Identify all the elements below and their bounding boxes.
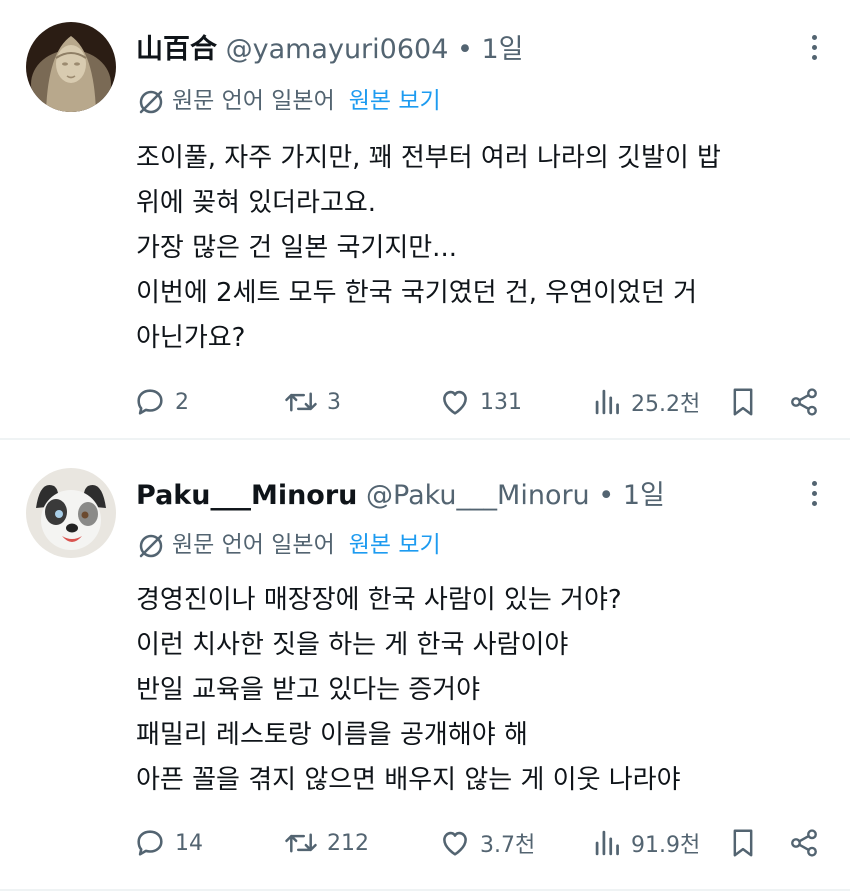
tweet-text-line: 반일 교육을 받고 있다는 증거야 [136,675,481,705]
tweet-text: 조이풀, 자주 가지만, 꽤 전부터 여러 나라의 깃발이 밥 위에 꽂혀 있더… [136,136,820,361]
tweet-text-line: 조이풀, 자주 가지만, 꽤 전부터 여러 나라의 깃발이 밥 [136,143,721,173]
separator-dot: • [598,480,615,511]
heart-icon [443,390,467,415]
views-button[interactable]: 91.9천 [593,821,700,865]
tweet-header: Paku___Minoru @Paku___Minoru • 1일 [136,478,790,514]
like-button[interactable]: 131 [438,380,522,424]
reply-icon [137,830,163,856]
views-icon [595,389,619,415]
separator-dot: • [456,34,473,65]
retweet-icon [285,392,317,412]
retweet-count: 3 [327,389,341,415]
user-handle[interactable]: @Paku___Minoru [366,480,590,511]
tweet-text-line: 경영진이나 매장장에 한국 사람이 있는 거야? [136,585,622,615]
like-count: 3.7천 [480,833,536,858]
tweet-2[interactable]: Paku___Minoru @Paku___Minoru • 1일 원문 언어 … [0,440,850,891]
timestamp[interactable]: 1일 [623,480,665,511]
like-count: 131 [480,389,522,415]
reply-button[interactable]: 14 [133,821,203,865]
more-options-button[interactable] [800,476,828,516]
views-icon [595,830,619,856]
heart-icon [443,831,467,856]
retweet-button[interactable]: 212 [283,821,369,865]
bookmark-icon [733,388,753,416]
tweet-text-line: 패밀리 레스토랑 이름을 공개해야 해 [136,720,528,750]
bookmark-icon [733,829,753,857]
share-button[interactable] [788,821,820,865]
translate-note: 원문 언어 일본어 [172,532,335,558]
tweet-text-line: 이런 치사한 짓을 하는 게 한국 사람이야 [136,630,569,660]
reply-count: 2 [175,389,189,415]
views-count: 25.2천 [631,392,701,417]
bookmark-button[interactable] [728,821,758,865]
tweet-text-line: 가장 많은 건 일본 국기지만... [136,233,457,263]
translate-off-icon [139,534,163,557]
share-button[interactable] [788,380,820,424]
tweet-text: 경영진이나 매장장에 한국 사람이 있는 거야? 이런 치사한 짓을 하는 게 … [136,578,820,803]
translate-off-icon [139,90,163,113]
timestamp[interactable]: 1일 [482,34,524,65]
avatar-dog-image [26,468,116,558]
like-button[interactable]: 3.7천 [438,821,535,865]
more-dots-icon [800,481,828,506]
share-icon [791,829,817,857]
share-icon [791,388,817,416]
bookmark-button[interactable] [728,380,758,424]
tweet-text-line: 아픈 꼴을 겪지 않으면 배우지 않는 게 이웃 나라야 [136,765,681,795]
tweet-text-line: 아닌가요? [136,323,246,353]
retweet-icon [285,833,317,853]
tweet-header: 山百合 @yamayuri0604 • 1일 [136,32,790,68]
more-dots-icon [800,35,828,60]
avatar[interactable] [26,468,116,558]
views-count: 91.9천 [631,833,701,858]
avatar[interactable] [26,22,116,112]
user-handle[interactable]: @yamayuri0604 [226,34,449,65]
translation-notice: 원문 언어 일본어 원본 보기 [136,528,441,562]
action-bar: 14 212 3.7천 91.9천 [133,821,828,865]
views-button[interactable]: 25.2천 [593,380,700,424]
display-name[interactable]: Paku___Minoru [136,480,357,511]
retweet-button[interactable]: 3 [283,380,341,424]
reply-button[interactable]: 2 [133,380,189,424]
show-original-link[interactable]: 원본 보기 [349,532,441,558]
show-original-link[interactable]: 원본 보기 [349,88,441,114]
translate-note: 원문 언어 일본어 [172,88,335,114]
action-bar: 2 3 131 25.2천 [133,380,828,424]
reply-count: 14 [175,830,203,856]
reply-icon [137,389,163,415]
tweet-text-line: 이번에 2세트 모두 한국 국기였던 건, 우연이었던 거 [136,278,698,308]
avatar-veiled-statue-image [26,22,116,112]
tweet-1[interactable]: 山百合 @yamayuri0604 • 1일 원문 언어 일본어 원본 보기 조이… [0,0,850,440]
tweet-text-line: 위에 꽂혀 있더라고요. [136,188,377,218]
display-name[interactable]: 山百合 [136,34,217,65]
translation-notice: 원문 언어 일본어 원본 보기 [136,84,441,118]
more-options-button[interactable] [800,30,828,70]
retweet-count: 212 [327,830,369,856]
